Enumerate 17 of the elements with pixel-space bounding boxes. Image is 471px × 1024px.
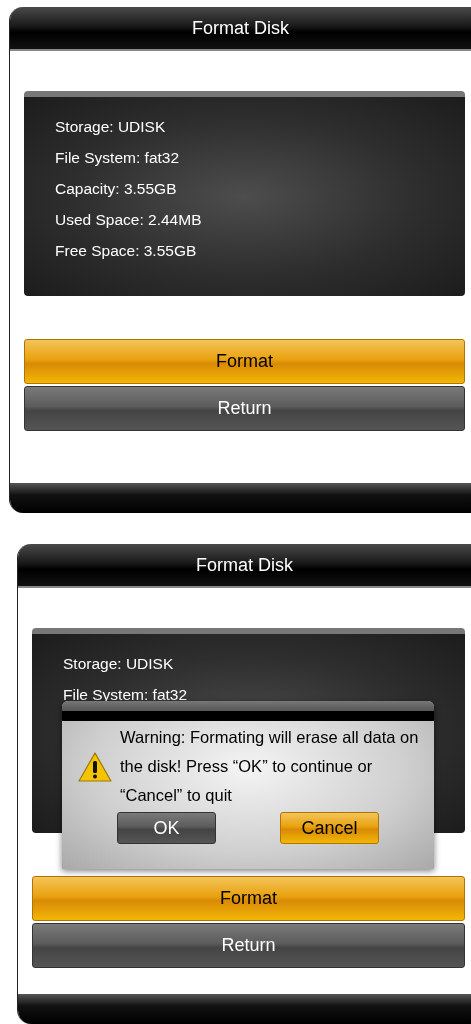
info-line: File System: fat32 — [55, 148, 181, 168]
window-title: Format Disk — [192, 16, 289, 40]
info-line: File System: fat32 — [63, 685, 189, 705]
dialog-button[interactable]: OK — [117, 812, 216, 844]
warning-message: Warning: Formating will erase all data on the disk! Press “OK” to continue or “Cancel” to quit — [120, 727, 420, 806]
info-line: Used Space: 2.44MB — [55, 210, 203, 230]
menu-button[interactable]: Return — [32, 923, 465, 968]
warning-icon — [78, 751, 112, 782]
info-line: Capacity: 3.55GB — [55, 179, 178, 199]
menu-button[interactable]: Format — [24, 339, 465, 384]
info-line: Storage: UDISK — [63, 654, 175, 674]
info-line: Free Space: 3.55GB — [55, 241, 198, 261]
window-title: Format Disk — [196, 553, 293, 577]
info-line: Storage: UDISK — [55, 117, 167, 137]
dialog-button[interactable]: Cancel — [280, 812, 379, 844]
menu-button[interactable]: Return — [24, 386, 465, 431]
menu-button[interactable]: Format — [32, 876, 465, 921]
